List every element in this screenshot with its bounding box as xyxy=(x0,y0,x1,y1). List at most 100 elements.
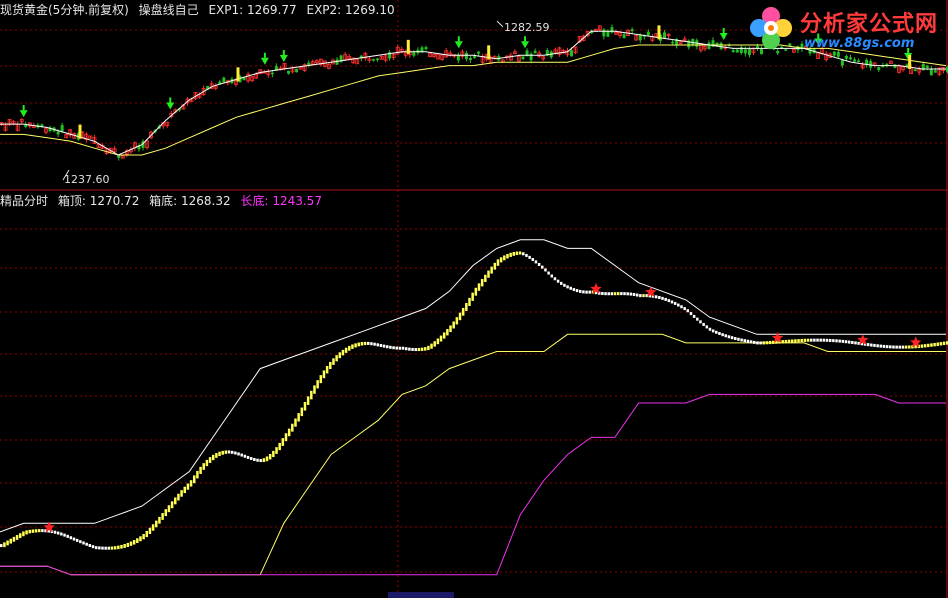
candle-body xyxy=(844,55,848,59)
candle-body xyxy=(60,125,64,132)
price-dot xyxy=(53,530,57,534)
price-dot xyxy=(936,342,940,346)
price-dot xyxy=(414,348,417,352)
price-dot xyxy=(423,347,427,351)
candle-body xyxy=(630,29,634,32)
price-dot xyxy=(803,338,807,342)
price-dot xyxy=(101,546,104,550)
series-line-exp2 xyxy=(0,44,947,156)
price-dot xyxy=(711,329,715,333)
series-line-box-bottom xyxy=(0,333,946,576)
price-dot xyxy=(664,297,667,301)
price-dot xyxy=(601,292,604,296)
price-dot xyxy=(319,375,323,384)
price-dot xyxy=(363,341,367,346)
price-dot xyxy=(107,546,111,550)
price-dot xyxy=(639,294,642,298)
candle-body xyxy=(663,32,667,39)
price-dot xyxy=(487,270,490,278)
candle-body xyxy=(893,64,897,68)
price-dot xyxy=(335,355,338,362)
price-dot xyxy=(300,407,304,417)
price-dot xyxy=(253,458,256,462)
candle-body xyxy=(853,59,857,62)
candle-body xyxy=(371,59,375,61)
price-dot xyxy=(518,251,522,255)
price-dot xyxy=(825,338,829,342)
candle-body xyxy=(295,68,299,73)
price-dot xyxy=(835,339,838,343)
top-panel-header: 现货黄金(5分钟.前复权) 操盘线自己 EXP1: 1269.77 EXP2: … xyxy=(0,3,401,17)
price-dot xyxy=(721,333,724,337)
price-dot xyxy=(272,450,275,458)
price-dot xyxy=(838,339,841,343)
price-dot xyxy=(370,342,373,346)
price-dot xyxy=(942,341,946,346)
candle-body xyxy=(521,56,525,59)
price-dot xyxy=(923,344,927,348)
price-dot xyxy=(730,336,734,340)
candle-body xyxy=(468,58,472,60)
price-dot xyxy=(854,341,857,345)
price-dot xyxy=(477,283,481,291)
price-dot xyxy=(588,290,591,294)
price-dot xyxy=(110,546,114,550)
candle-body xyxy=(222,77,226,83)
price-dot xyxy=(746,339,750,343)
price-dot xyxy=(98,546,101,550)
price-dot xyxy=(455,317,459,325)
price-dot xyxy=(0,544,3,548)
candle-body xyxy=(735,49,739,53)
price-dot xyxy=(155,520,158,528)
buy-arrow-icon xyxy=(719,33,728,41)
price-dot xyxy=(37,529,41,533)
price-dot xyxy=(844,340,848,344)
price-dot xyxy=(126,542,130,548)
candle-body xyxy=(925,65,929,68)
candle-body xyxy=(646,31,650,36)
price-dot xyxy=(56,531,60,535)
price-dot xyxy=(218,451,221,457)
low-annotation: 1237.60 xyxy=(64,173,110,186)
price-dot xyxy=(677,303,680,307)
candle-body xyxy=(570,50,574,57)
price-dot xyxy=(376,343,380,347)
price-dot xyxy=(629,292,633,296)
price-dot xyxy=(237,452,240,456)
price-dot xyxy=(265,456,269,462)
price-dot xyxy=(702,322,705,326)
price-dot xyxy=(610,292,614,296)
price-dot xyxy=(243,454,247,458)
price-dot xyxy=(430,343,433,349)
price-dot xyxy=(525,253,528,257)
price-dot xyxy=(724,334,728,338)
price-dot xyxy=(344,347,348,353)
price-dot xyxy=(322,370,326,379)
price-dot xyxy=(164,509,168,517)
site-logo: 分析家公式网 www.88gs.com xyxy=(744,2,944,54)
price-dot xyxy=(471,292,474,301)
price-dot xyxy=(620,292,623,296)
price-dot xyxy=(756,341,759,345)
price-dot xyxy=(522,252,525,256)
price-dot xyxy=(69,536,73,540)
price-dot xyxy=(401,346,405,350)
price-dot xyxy=(94,546,98,550)
price-dot xyxy=(240,453,243,457)
candle-body xyxy=(270,72,274,75)
candle-body xyxy=(671,41,675,44)
price-dot xyxy=(230,450,234,454)
price-dot xyxy=(737,337,740,341)
price-dot xyxy=(60,532,63,536)
candle-body xyxy=(412,52,416,56)
price-dot xyxy=(604,292,607,296)
price-dot xyxy=(458,312,462,321)
price-dot xyxy=(578,289,582,293)
price-dot xyxy=(148,527,152,534)
price-dot xyxy=(202,463,205,470)
price-dot xyxy=(759,341,762,345)
price-dot xyxy=(186,483,190,490)
price-dot xyxy=(325,366,329,374)
price-dot xyxy=(167,505,171,513)
price-dot xyxy=(66,534,69,538)
